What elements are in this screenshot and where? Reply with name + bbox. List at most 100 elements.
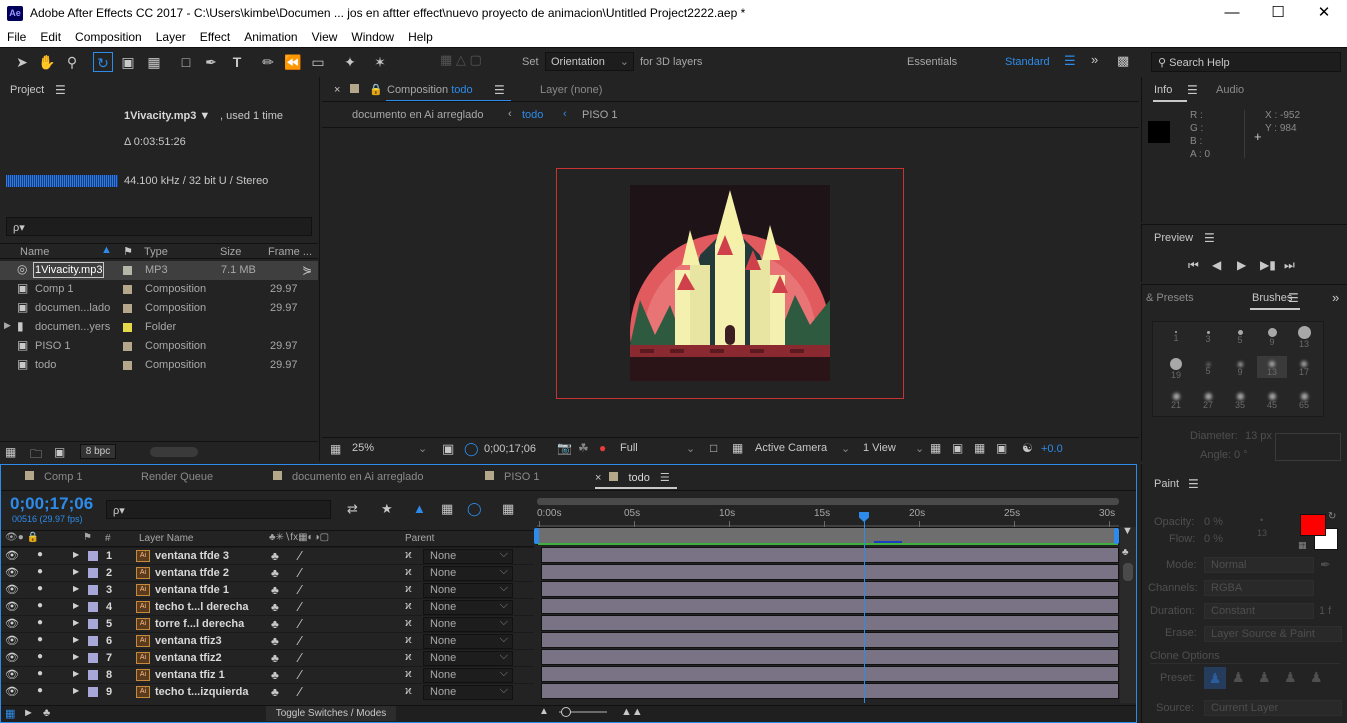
timeline-icon[interactable]: ▦: [974, 441, 985, 455]
eye-icon[interactable]: 👁: [5, 634, 19, 647]
eye-icon[interactable]: 👁: [5, 668, 19, 681]
layer-name[interactable]: techo t...l derecha: [155, 601, 249, 613]
audio-solo-dot-icon[interactable]: ●: [37, 617, 43, 628]
expand-layer-icon[interactable]: ▶: [73, 584, 79, 593]
project-item-label-color[interactable]: [123, 304, 132, 313]
project-item[interactable]: ▣ todo Composition 29.97: [0, 356, 318, 375]
workspace-menu-icon[interactable]: ☰: [1064, 53, 1076, 69]
layer-switches-toggle-icon[interactable]: ▦: [5, 707, 15, 720]
paint-title[interactable]: Paint: [1154, 478, 1179, 490]
transparency-grid-icon[interactable]: ▦: [732, 441, 743, 455]
pick-whip-icon[interactable]: ϰ: [405, 617, 412, 629]
brushes-menu-icon[interactable]: ☰: [1288, 291, 1299, 305]
brush-tip[interactable]: 27: [1193, 388, 1223, 410]
breadcrumb-documento[interactable]: documento en Ai arreglado: [352, 109, 483, 121]
in-out-toggle-icon[interactable]: ♣: [43, 707, 50, 719]
work-area-track[interactable]: [537, 527, 1119, 545]
project-panel-menu-icon[interactable]: ☰: [55, 83, 66, 97]
timeline-tab[interactable]: PISO 1: [485, 471, 539, 483]
shy-switch-icon[interactable]: ♣: [271, 685, 279, 699]
expand-layer-icon[interactable]: ▶: [73, 686, 79, 695]
project-item-label-color[interactable]: [123, 342, 132, 351]
brush-tip[interactable]: 21: [1161, 388, 1191, 410]
timeline-tab[interactable]: documento en Ai arreglado: [273, 471, 423, 483]
eraser-tool-icon[interactable]: ▭: [308, 52, 328, 72]
brush-tool-icon[interactable]: ✏: [258, 52, 278, 72]
parent-dropdown[interactable]: None: [423, 650, 513, 666]
layer-duration-bar[interactable]: [541, 666, 1119, 682]
audio-solo-dot-icon[interactable]: ●: [37, 566, 43, 577]
menu-window[interactable]: Window: [344, 27, 401, 44]
audio-solo-dot-icon[interactable]: ●: [37, 651, 43, 662]
project-item[interactable]: ▣ documen...lado Composition 29.97: [0, 299, 318, 318]
shy-switch-icon[interactable]: ♣: [271, 651, 279, 665]
zoom-in-icon[interactable]: ▲▲: [621, 706, 643, 718]
tab-info[interactable]: Info: [1154, 84, 1172, 96]
mode-dropdown[interactable]: Normal: [1204, 557, 1314, 573]
quality-switch-icon[interactable]: ∕: [299, 599, 301, 614]
menu-effect[interactable]: Effect: [193, 27, 237, 44]
paint-menu-icon[interactable]: ☰: [1188, 477, 1199, 491]
layer-duration-bar[interactable]: [541, 547, 1119, 563]
audio-solo-dot-icon[interactable]: ●: [37, 685, 43, 696]
parent-dropdown[interactable]: None: [423, 599, 513, 615]
roto-brush-tool-icon[interactable]: ✦: [340, 52, 360, 72]
pen-tool-icon[interactable]: ✒: [201, 52, 221, 72]
layer-label-color[interactable]: [88, 636, 98, 646]
flowchart-icon[interactable]: ⋟: [302, 263, 312, 277]
grid-guides-icon[interactable]: ▣: [442, 441, 454, 457]
toggle-pixel-aspect-icon[interactable]: ▦: [930, 441, 941, 455]
quality-switch-icon[interactable]: ∕: [299, 650, 301, 665]
resolution-dropdown[interactable]: Full ⌄: [620, 442, 700, 458]
brush-tip[interactable]: 13: [1257, 356, 1287, 378]
preview-title[interactable]: Preview: [1154, 232, 1193, 244]
rotation-tool-icon[interactable]: ↻: [93, 52, 113, 72]
brush-tip[interactable]: 1: [1161, 324, 1191, 346]
brush-tip[interactable]: 45: [1257, 388, 1287, 410]
project-search-input[interactable]: ρ▾: [6, 217, 312, 236]
menu-composition[interactable]: Composition: [68, 27, 149, 44]
layer-label-color[interactable]: [88, 551, 98, 561]
tab-brushes[interactable]: Brushes: [1252, 292, 1292, 304]
av-switches-icon[interactable]: 👁● 🔒: [5, 532, 39, 543]
clone-preset-4-icon[interactable]: ♟: [1284, 669, 1297, 686]
quality-switch-icon[interactable]: ∕: [299, 633, 301, 648]
brush-tip[interactable]: 9: [1257, 324, 1287, 347]
work-area-end-handle[interactable]: [1114, 528, 1119, 544]
breadcrumb-todo[interactable]: todo: [522, 109, 543, 121]
timeline-tab[interactable]: Render Queue: [141, 471, 213, 483]
shy-layers-icon[interactable]: ▲: [413, 501, 426, 516]
layer-row[interactable]: 👁 ● ▶ 6 Ai ventana tfiz3 ♣ ∕ ϰ None: [1, 632, 534, 649]
graph-editor-icon[interactable]: ▦: [502, 501, 514, 517]
label-column-icon[interactable]: ⚑: [83, 532, 92, 543]
pick-whip-icon[interactable]: ϰ: [405, 685, 412, 697]
first-frame-icon[interactable]: ⏮: [1188, 258, 1199, 273]
orientation-dropdown[interactable]: Orientation ⌄: [545, 52, 634, 71]
layer-label-color[interactable]: [88, 568, 98, 578]
project-item[interactable]: ▣ PISO 1 Composition 29.97: [0, 337, 318, 356]
layer-label-color[interactable]: [88, 585, 98, 595]
comp-flowchart-icon[interactable]: ▣: [996, 441, 1007, 455]
menu-view[interactable]: View: [305, 27, 345, 44]
pick-whip-icon[interactable]: ϰ: [405, 634, 412, 646]
opacity-value[interactable]: 0 %: [1204, 516, 1223, 528]
eye-icon[interactable]: 👁: [5, 583, 19, 596]
expand-layer-icon[interactable]: ▶: [73, 550, 79, 559]
brush-tip[interactable]: 35: [1225, 388, 1255, 410]
duration-dropdown[interactable]: Constant: [1204, 603, 1314, 619]
breadcrumb-piso[interactable]: PISO 1: [582, 109, 617, 121]
work-area-bar[interactable]: [537, 498, 1119, 505]
layer-row[interactable]: 👁 ● ▶ 4 Ai techo t...l derecha ♣ ∕ ϰ None: [1, 598, 534, 615]
draft-3d-icon[interactable]: ★: [381, 501, 393, 517]
layer-label-color[interactable]: [88, 602, 98, 612]
column-size[interactable]: Size: [220, 246, 241, 258]
layer-row[interactable]: 👁 ● ▶ 7 Ai ventana tfiz2 ♣ ∕ ϰ None: [1, 649, 534, 666]
thumbnail-scrollbar[interactable]: [150, 447, 198, 457]
project-item[interactable]: ◎ 1Vivacity.mp3 MP3 7.1 MB ⋟: [0, 261, 318, 280]
column-frame-rate[interactable]: Frame ...: [268, 246, 312, 258]
eye-icon[interactable]: 👁: [5, 549, 19, 562]
layer-row[interactable]: 👁 ● ▶ 8 Ai ventana tfiz 1 ♣ ∕ ϰ None: [1, 666, 534, 683]
reset-exposure-icon[interactable]: ☯: [1022, 441, 1033, 455]
timeline-tab[interactable]: × todo ☰: [595, 471, 677, 489]
quality-switch-icon[interactable]: ∕: [299, 616, 301, 631]
